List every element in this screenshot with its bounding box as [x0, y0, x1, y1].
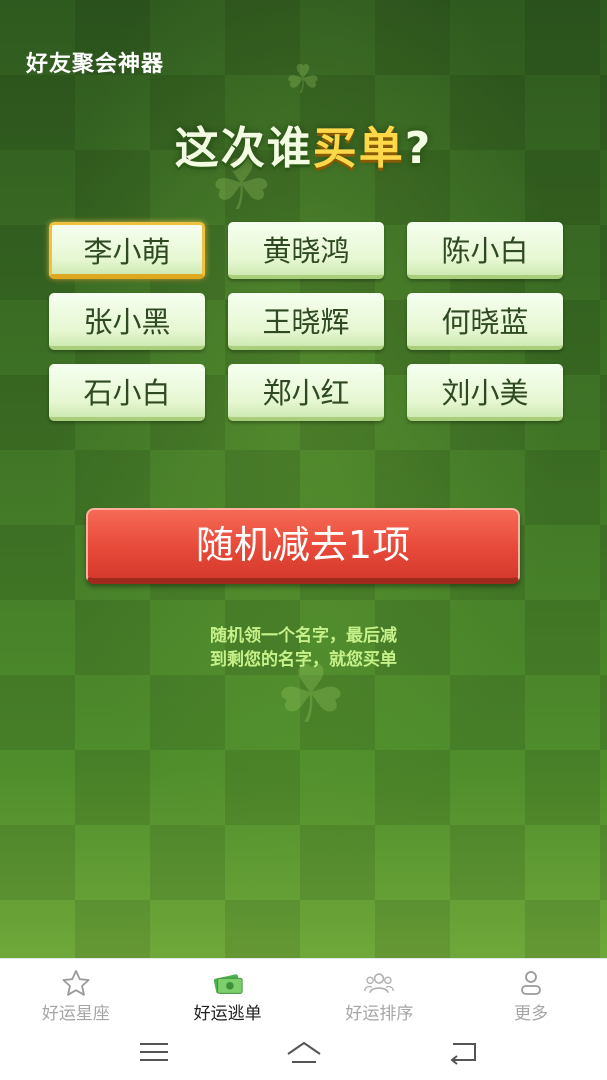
clover-decoration: ☘: [285, 57, 321, 103]
tab-label: 更多: [514, 1004, 549, 1024]
name-grid: 李小萌 黄晓鸿 陈小白 张小黑 王晓辉 何晓蓝 石小白 郑小红 刘小美: [49, 222, 563, 421]
tab-label: 好运排序: [345, 1004, 414, 1024]
name-button[interactable]: 李小萌: [49, 222, 205, 279]
name-button[interactable]: 张小黑: [49, 293, 205, 350]
remove-random-button[interactable]: 随机减去1项: [86, 508, 520, 584]
name-button[interactable]: 刘小美: [407, 364, 563, 421]
headline: 这次谁买单?: [0, 112, 607, 176]
star-icon: [60, 969, 92, 997]
tab-lucky-escape[interactable]: 好运逃单: [152, 959, 304, 1026]
tab-lucky-order[interactable]: 好运排序: [304, 959, 456, 1026]
tab-label: 好运星座: [41, 1004, 110, 1024]
tab-lucky-constellation[interactable]: 好运星座: [0, 959, 152, 1026]
system-navigation-bar: [0, 1026, 607, 1080]
home-icon[interactable]: [284, 1038, 324, 1066]
headline-accent: 买单: [312, 123, 405, 174]
tab-label: 好运逃单: [193, 1004, 262, 1024]
money-icon: [212, 969, 244, 997]
hint-text: 随机领一个名字，最后减 到剩您的名字，就您买单: [0, 624, 607, 672]
app-title: 好友聚会神器: [26, 52, 165, 77]
user-icon: [515, 969, 547, 997]
people-icon: [363, 969, 395, 997]
menu-icon[interactable]: [134, 1038, 174, 1066]
name-button[interactable]: 陈小白: [407, 222, 563, 279]
headline-prefix: 这次谁: [174, 123, 313, 174]
name-button[interactable]: 王晓辉: [228, 293, 384, 350]
hint-line: 到剩您的名字，就您买单: [210, 650, 397, 670]
back-icon[interactable]: [443, 1038, 483, 1066]
name-button[interactable]: 石小白: [49, 364, 205, 421]
hint-line: 随机领一个名字，最后减: [210, 626, 397, 646]
game-background: ☘ ☘ ☘ 好友聚会神器 这次谁买单? 李小萌 黄晓鸿 陈小白 张小黑 王晓辉 …: [0, 0, 607, 958]
headline-suffix: ?: [404, 123, 433, 174]
name-button[interactable]: 郑小红: [228, 364, 384, 421]
tab-more[interactable]: 更多: [455, 959, 607, 1026]
name-button[interactable]: 何晓蓝: [407, 293, 563, 350]
bottom-tab-bar: 好运星座 好运逃单 好运排序 更多: [0, 958, 607, 1026]
name-button[interactable]: 黄晓鸿: [228, 222, 384, 279]
